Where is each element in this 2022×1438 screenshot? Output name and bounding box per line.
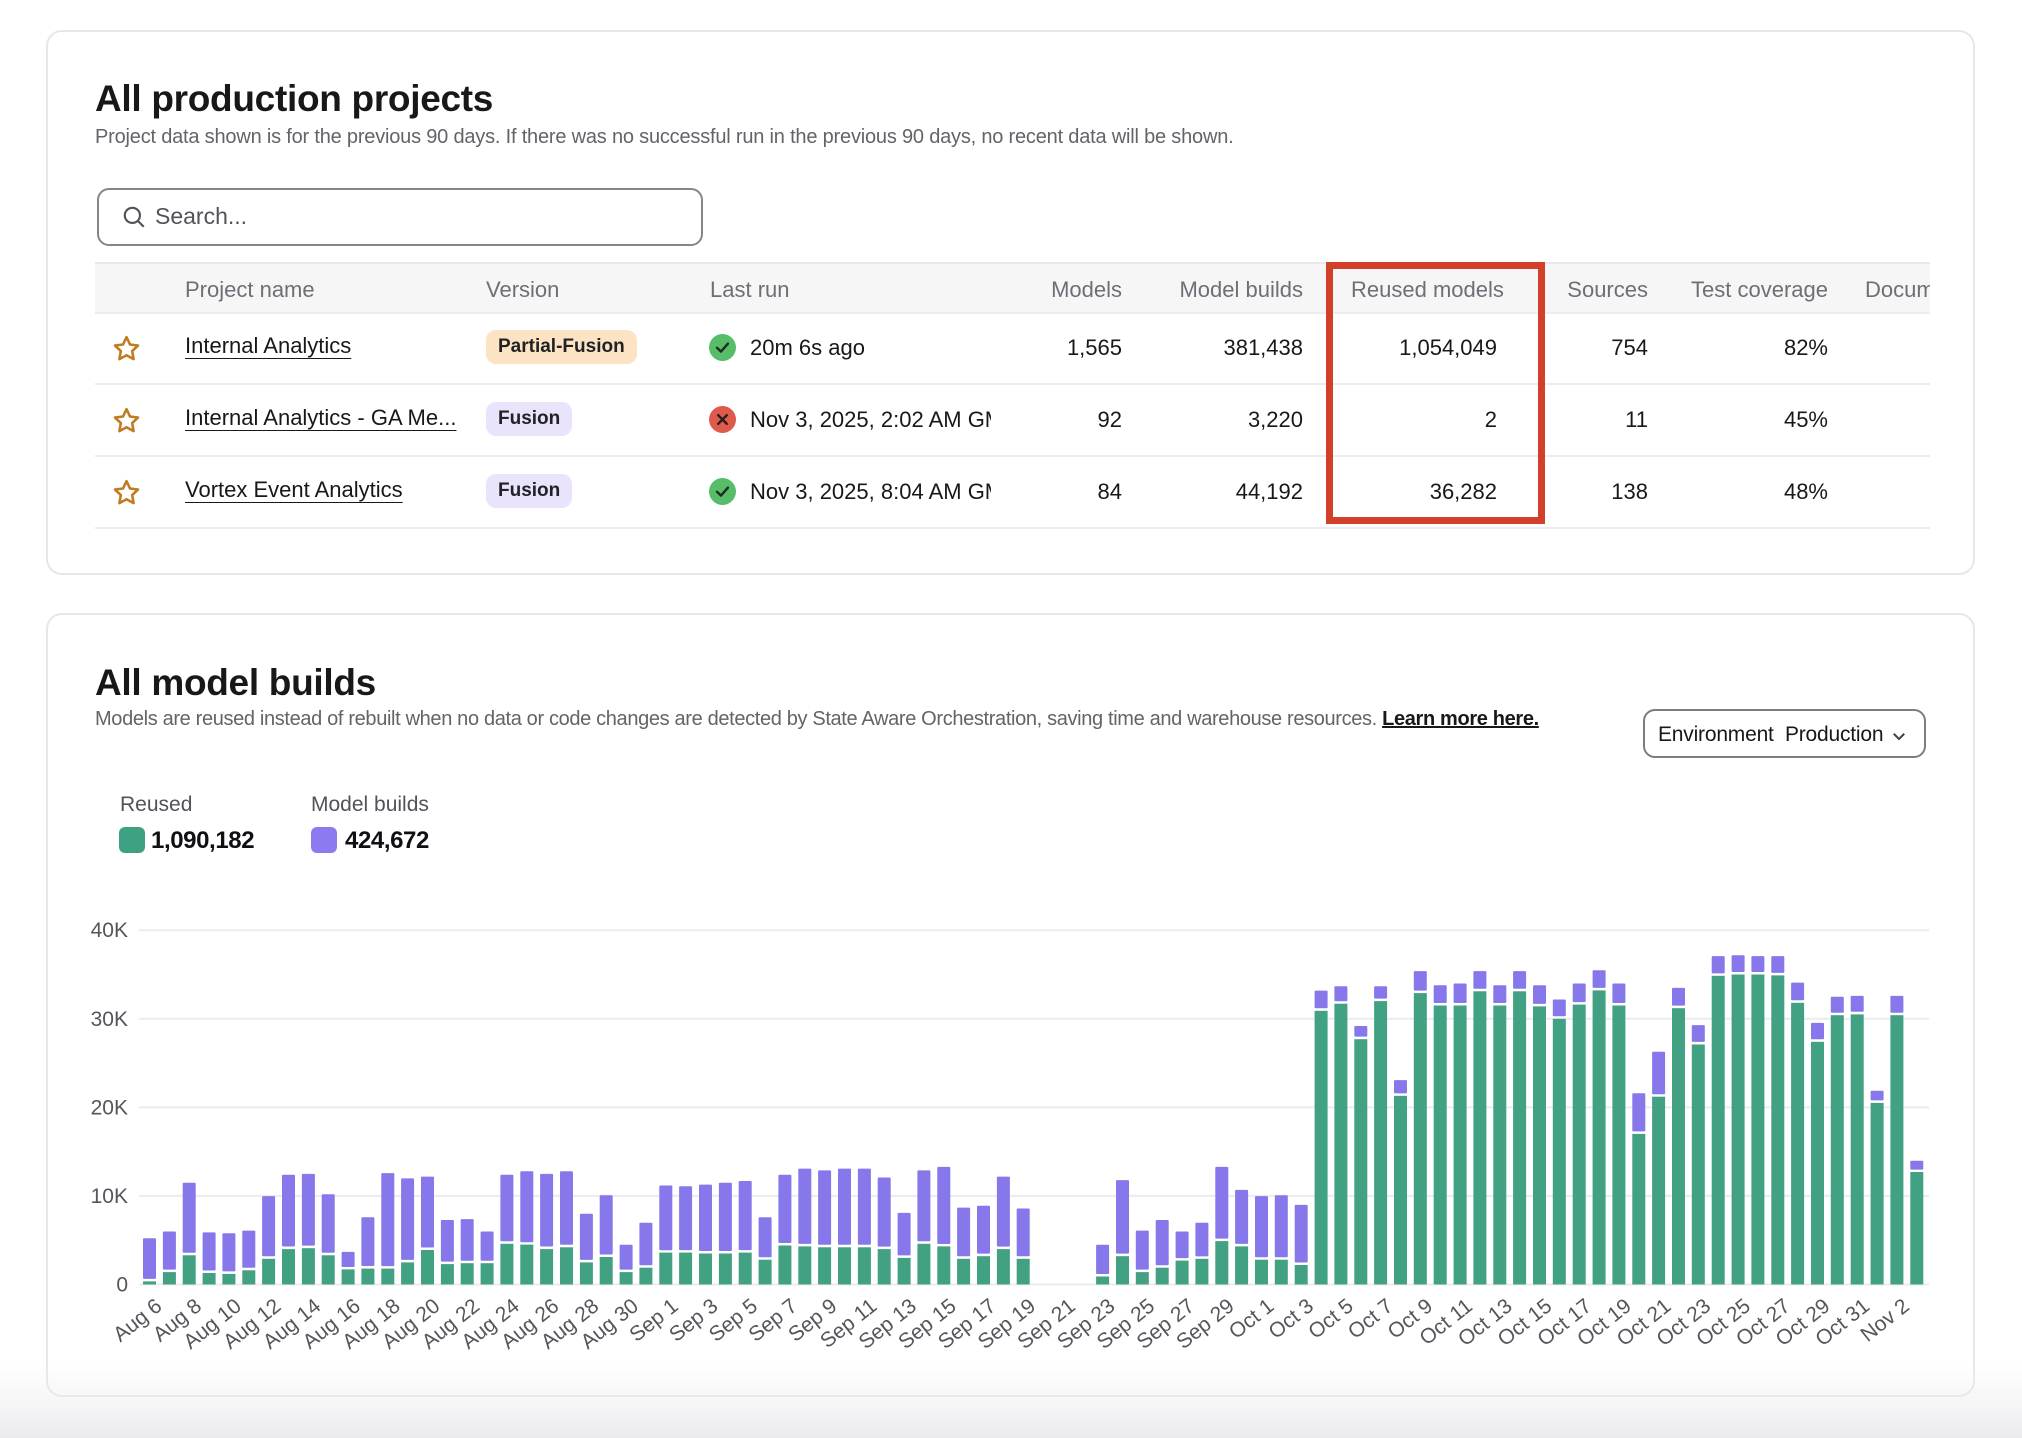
svg-text:Oct 7: Oct 7 xyxy=(1344,1294,1398,1343)
svg-text:Oct 1: Oct 1 xyxy=(1225,1294,1279,1343)
svg-text:20K: 20K xyxy=(91,1096,128,1119)
svg-text:Oct 3: Oct 3 xyxy=(1264,1294,1318,1343)
svg-text:0: 0 xyxy=(116,1274,128,1297)
svg-text:30K: 30K xyxy=(91,1008,128,1031)
svg-text:Oct 5: Oct 5 xyxy=(1304,1294,1358,1343)
svg-text:40K: 40K xyxy=(91,919,128,942)
svg-text:10K: 10K xyxy=(91,1185,128,1208)
